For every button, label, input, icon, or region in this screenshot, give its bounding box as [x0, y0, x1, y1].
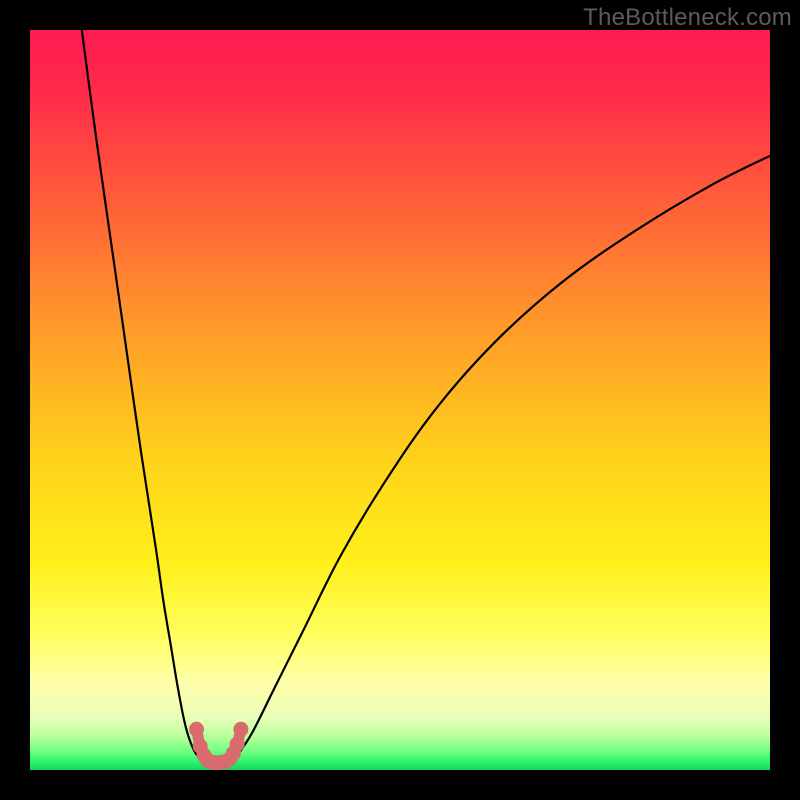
watermark-text: TheBottleneck.com	[583, 4, 792, 32]
plot-svg	[30, 30, 770, 770]
plot-area	[30, 30, 770, 770]
marker-dot	[233, 722, 248, 737]
chart-frame: TheBottleneck.com	[0, 0, 800, 800]
marker-dot	[189, 722, 204, 737]
marker-dot	[230, 737, 245, 752]
gradient-background	[30, 30, 770, 770]
